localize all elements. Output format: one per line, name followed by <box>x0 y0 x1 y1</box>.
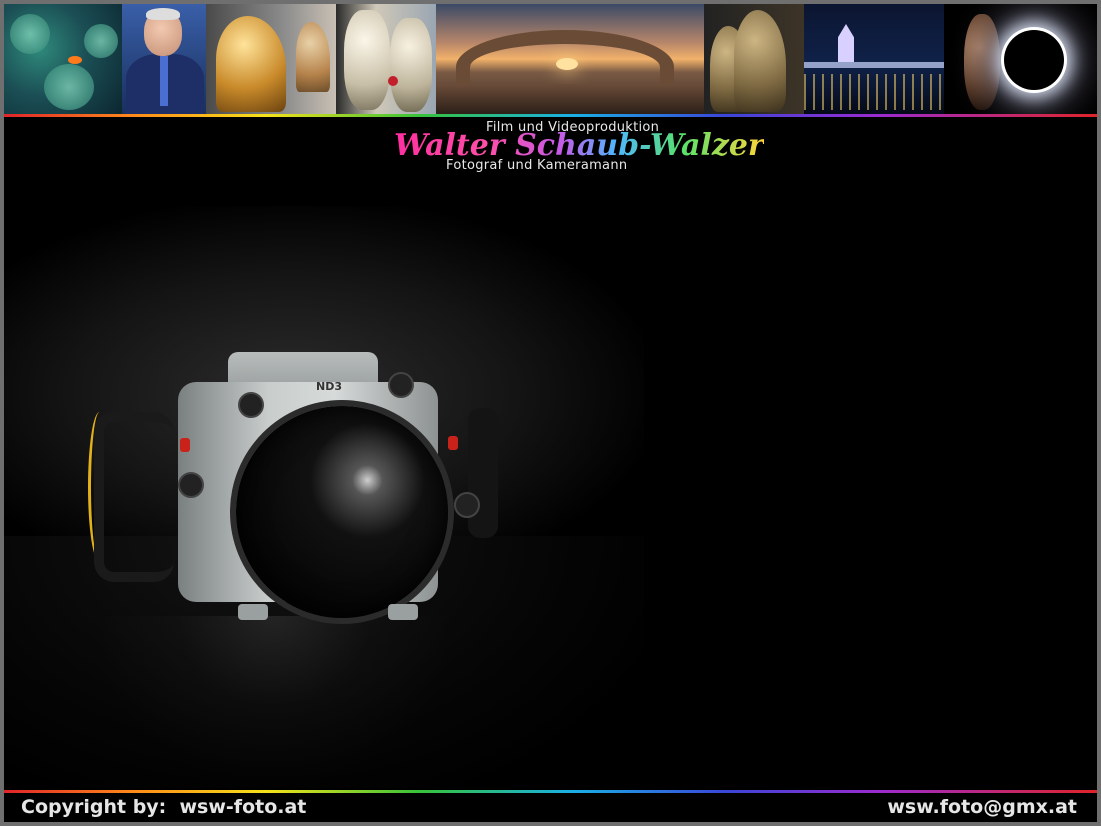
right-handle <box>468 408 498 538</box>
header-banner <box>4 4 1097 114</box>
clownfish-icon <box>68 56 82 64</box>
bronze-horses-image <box>704 4 804 114</box>
sunset-arch-image <box>436 4 704 114</box>
eclipse-icon <box>1004 30 1064 90</box>
golden-horse-image <box>206 4 336 114</box>
underwater-camera-housing: ND3 <box>88 342 508 642</box>
logo-tagline-bottom: Fotograf und Kameramann <box>446 158 628 173</box>
site-logo[interactable]: Film und Videoproduktion Walter Schaub-W… <box>384 118 764 176</box>
solar-eclipse-image <box>944 4 1097 114</box>
left-handle <box>94 412 174 582</box>
dome-port <box>236 406 448 618</box>
night-city-image <box>804 4 944 114</box>
copyright-text: Copyright by: wsw-foto.at <box>21 796 307 818</box>
portrait-image <box>122 4 206 114</box>
email-link[interactable]: wsw.foto@gmx.at <box>887 796 1077 818</box>
rainbow-divider-top <box>4 114 1097 117</box>
page-frame: Film und Videoproduktion Walter Schaub-W… <box>4 4 1097 822</box>
coral-reef-image <box>4 4 122 114</box>
footer: Copyright by: wsw-foto.at wsw.foto@gmx.a… <box>4 793 1097 822</box>
venice-masks-image <box>336 4 436 114</box>
camera-model-label: ND3 <box>316 380 342 393</box>
hero-image: ND3 <box>4 176 1097 788</box>
